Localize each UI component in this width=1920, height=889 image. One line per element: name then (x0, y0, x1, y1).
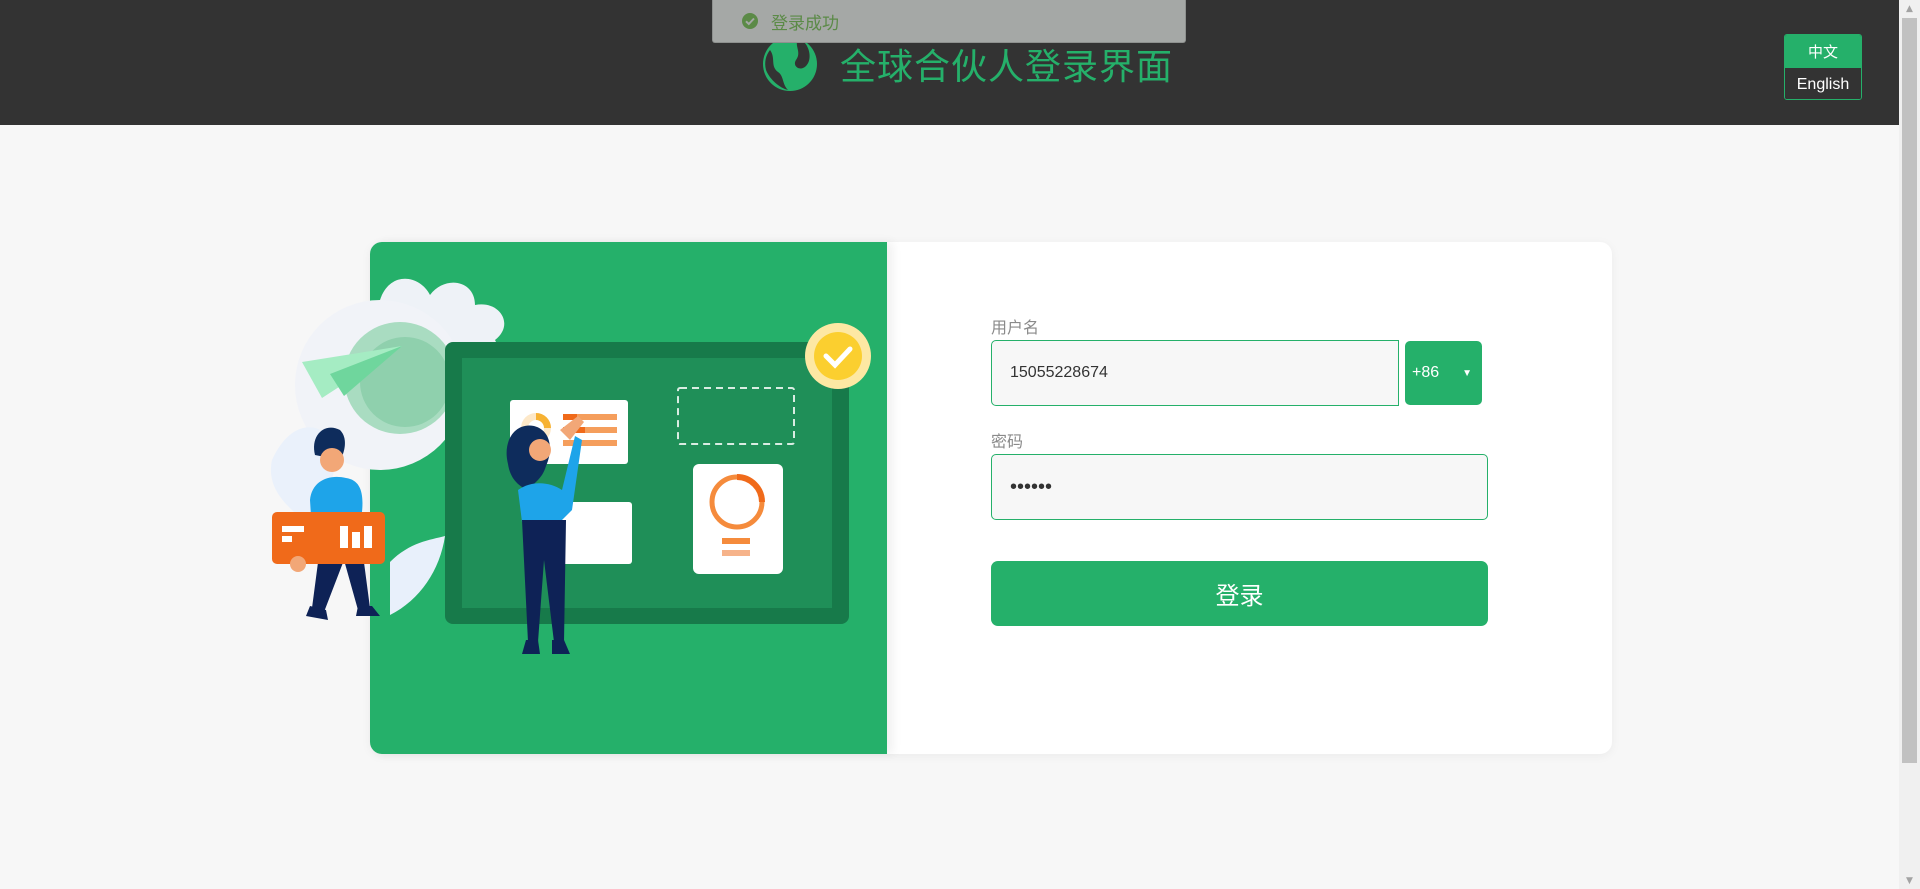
username-row: +86 ▼ (991, 340, 1488, 406)
country-code-value: +86 (1412, 364, 1440, 381)
password-input[interactable] (991, 454, 1488, 520)
password-label: 密码 (991, 432, 1024, 451)
scroll-up-arrow-icon[interactable]: ▲ (1899, 0, 1920, 17)
check-circle-icon (742, 13, 758, 29)
vertical-scrollbar[interactable]: ▲ ▼ (1899, 0, 1920, 889)
scrollbar-thumb[interactable] (1902, 18, 1917, 763)
chevron-down-icon: ▼ (1462, 367, 1472, 379)
username-label: 用户名 (991, 318, 1040, 337)
toast-message: 登录成功 (771, 13, 839, 34)
page-title: 全球合伙人登录界面 (840, 47, 1174, 88)
scroll-down-arrow-icon[interactable]: ▼ (1899, 872, 1920, 889)
login-button[interactable]: 登录 (991, 561, 1488, 626)
login-form: 用户名 +86 ▼ 密码 登录 (991, 318, 1488, 626)
language-option-english[interactable]: English (1785, 67, 1861, 99)
language-option-chinese[interactable]: 中文 (1785, 35, 1861, 67)
username-input[interactable] (991, 340, 1399, 406)
country-code-select[interactable]: +86 ▼ (1405, 341, 1482, 405)
brand: 全球合伙人登录界面 (762, 35, 1173, 93)
login-illustration (270, 278, 871, 654)
language-switch: 中文 English (1784, 34, 1862, 100)
globe-leaf-logo (763, 37, 817, 91)
success-toast: 登录成功 (712, 0, 1186, 43)
